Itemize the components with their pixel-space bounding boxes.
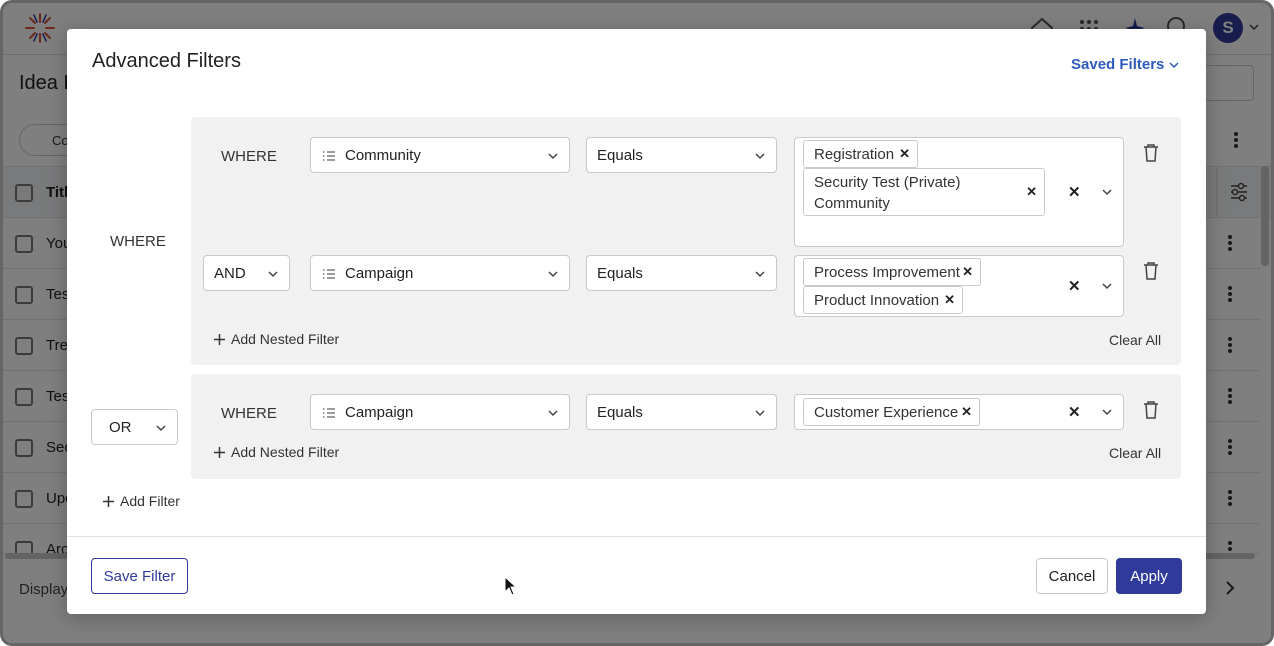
chevron-down-icon	[548, 153, 558, 160]
trash-icon[interactable]	[1142, 143, 1160, 163]
value-tag: Customer Experience ✕	[803, 398, 980, 426]
field-select[interactable]: Community	[310, 137, 570, 173]
plus-icon	[214, 333, 225, 345]
trash-icon[interactable]	[1142, 400, 1160, 420]
list-icon	[323, 269, 335, 279]
cancel-button[interactable]: Cancel	[1036, 558, 1108, 594]
value-tag: Process Improvement ✕	[803, 258, 981, 286]
chevron-down-icon	[755, 271, 765, 278]
value-tag-label: Registration	[814, 146, 895, 163]
connector-select[interactable]: AND	[203, 255, 290, 291]
saved-filters-dropdown[interactable]: Saved Filters	[1071, 56, 1180, 73]
close-icon[interactable]: ✕	[1068, 183, 1081, 201]
group-connector-value: OR	[109, 418, 132, 436]
value-tag: Registration ✕	[803, 140, 918, 168]
footer-divider	[67, 536, 1206, 537]
operator-select-value: Equals	[597, 403, 643, 421]
list-icon	[323, 151, 335, 161]
close-icon[interactable]: ✕	[1026, 181, 1037, 202]
filter-group-1: WHERE Community Equals Registration ✕ Se…	[191, 117, 1181, 365]
plus-icon	[214, 446, 225, 458]
close-icon[interactable]: ✕	[1068, 403, 1081, 421]
where-label: WHERE	[221, 405, 277, 422]
list-icon	[323, 408, 335, 418]
mouse-cursor-icon	[504, 576, 518, 596]
chevron-down-icon[interactable]	[1101, 280, 1113, 292]
value-tag: Security Test (Private) Community ✕	[803, 168, 1045, 216]
value-tag-label: Security Test (Private) Community	[814, 174, 961, 212]
field-select[interactable]: Campaign	[310, 394, 570, 430]
operator-select[interactable]: Equals	[586, 255, 777, 291]
add-nested-filter-label: Add Nested Filter	[231, 331, 340, 347]
value-tag-label: Product Innovation	[814, 292, 940, 309]
value-multiselect[interactable]: Registration ✕ Security Test (Private) C…	[794, 137, 1124, 247]
field-select-value: Community	[345, 146, 421, 164]
close-icon[interactable]: ✕	[962, 264, 973, 280]
value-multiselect[interactable]: Process Improvement ✕ Product Innovation…	[794, 255, 1124, 317]
chevron-down-icon	[755, 410, 765, 417]
chevron-down-icon[interactable]	[1101, 186, 1113, 198]
field-select[interactable]: Campaign	[310, 255, 570, 291]
chevron-down-icon	[548, 271, 558, 278]
clear-all-button[interactable]: Clear All	[1109, 445, 1161, 461]
apply-button[interactable]: Apply	[1116, 558, 1182, 594]
operator-select[interactable]: Equals	[586, 394, 777, 430]
where-label: WHERE	[221, 148, 277, 165]
value-multiselect[interactable]: Customer Experience ✕ ✕	[794, 394, 1124, 430]
chevron-down-icon	[1169, 61, 1179, 68]
value-tag: Product Innovation ✕	[803, 286, 963, 314]
field-select-value: Campaign	[345, 264, 414, 282]
save-filter-button[interactable]: Save Filter	[91, 558, 188, 594]
filter-group-2: WHERE Campaign Equals Customer Experienc…	[191, 374, 1181, 479]
add-nested-filter-button[interactable]: Add Nested Filter	[213, 331, 339, 347]
saved-filters-label: Saved Filters	[1071, 56, 1165, 73]
clear-all-button[interactable]: Clear All	[1109, 332, 1161, 348]
value-tag-label: Process Improvement	[814, 264, 960, 281]
close-icon[interactable]: ✕	[899, 146, 910, 162]
chevron-down-icon	[548, 410, 558, 417]
value-tag-label: Customer Experience	[814, 404, 959, 421]
chevron-down-icon	[156, 425, 166, 432]
connector-select-value: AND	[214, 264, 246, 282]
modal-title: Advanced Filters	[92, 50, 241, 72]
operator-select-value: Equals	[597, 264, 643, 282]
operator-select-value: Equals	[597, 146, 643, 164]
add-nested-filter-button[interactable]: Add Nested Filter	[213, 444, 339, 460]
advanced-filters-modal: Advanced Filters Saved Filters WHERE WHE…	[67, 29, 1206, 614]
add-filter-label: Add Filter	[120, 493, 180, 509]
plus-icon	[103, 495, 114, 507]
add-nested-filter-label: Add Nested Filter	[231, 444, 340, 460]
close-icon[interactable]: ✕	[961, 404, 972, 420]
add-filter-button[interactable]: Add Filter	[102, 493, 180, 509]
group-connector-select[interactable]: OR	[91, 409, 178, 445]
chevron-down-icon	[268, 271, 278, 278]
outer-where-label: WHERE	[110, 233, 166, 250]
trash-icon[interactable]	[1142, 261, 1160, 281]
field-select-value: Campaign	[345, 403, 414, 421]
operator-select[interactable]: Equals	[586, 137, 777, 173]
chevron-down-icon	[755, 153, 765, 160]
close-icon[interactable]: ✕	[944, 292, 955, 308]
chevron-down-icon[interactable]	[1101, 406, 1113, 418]
close-icon[interactable]: ✕	[1068, 277, 1081, 295]
